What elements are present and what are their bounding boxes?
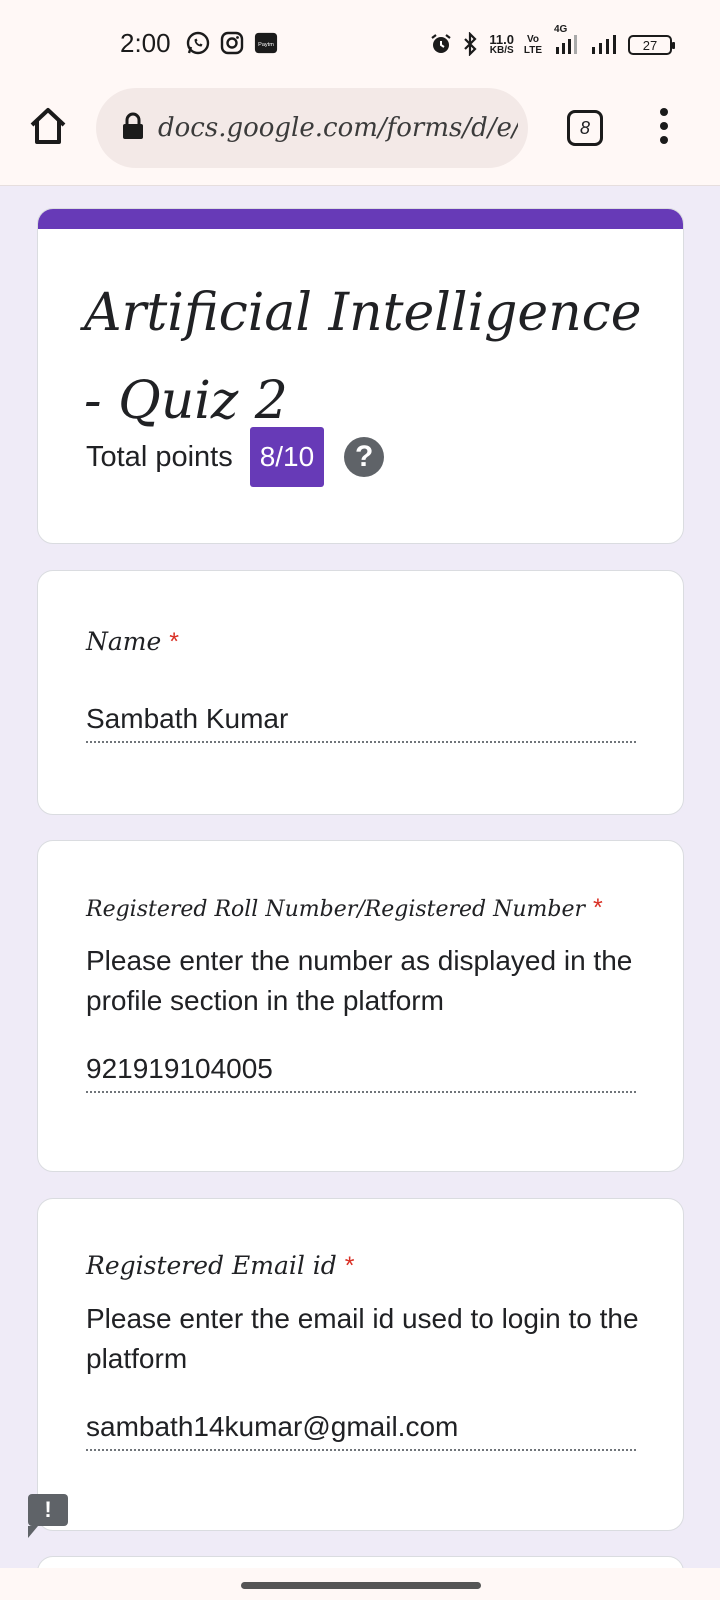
battery-indicator: 27 [628,35,675,55]
question-title-text: Name [86,627,162,656]
required-marker: * [593,894,603,922]
total-points-badge: 8/10 [249,427,325,487]
answer-name: Sambath Kumar [86,703,636,743]
required-marker: * [169,628,180,656]
help-icon[interactable]: ? [344,437,385,477]
browser-menu-button[interactable] [652,108,676,148]
form-title: Artificial Intelligence - Quiz 2 [84,283,642,431]
home-button[interactable] [28,106,68,146]
bluetooth-icon [461,31,481,58]
question-title: Registered Roll Number/Registered Number… [86,893,603,923]
question-card-email: Registered Email id * Please enter the em… [37,1198,684,1531]
instagram-icon [220,31,244,55]
lock-icon [122,112,144,145]
signal-icon [590,32,620,58]
question-card-roll-number: Registered Roll Number/Registered Number… [37,840,684,1172]
address-bar[interactable]: docs.google.com/forms/d/e/1FAI [96,88,528,168]
total-points-label: Total points [86,440,233,473]
question-title-text: Registered Email id [86,1251,337,1280]
answer-email: sambath14kumar@gmail.com [86,1411,636,1451]
network-speed-unit: KB/S [489,45,514,56]
form-accent-bar [38,209,683,229]
network-type: 4G [554,24,568,35]
report-feedback-button[interactable]: ! [28,1494,68,1538]
question-title: Registered Email id * [86,1251,355,1281]
status-indicators: 11.0 KB/S Vo LTE 4G 27 [429,24,675,62]
home-icon [30,108,66,144]
alarm-icon [429,32,453,58]
question-title: Name * [86,627,179,657]
form-header-card: Artificial Intelligence - Quiz 2 Total p… [37,208,684,544]
question-title-text: Registered Roll Number/Registered Number [86,897,586,922]
question-description: Please enter the email id used to login … [86,1303,639,1374]
tab-switcher-button[interactable]: 8 [567,110,603,146]
paytm-label: Paytm [258,42,274,48]
question-description: Please enter the number as displayed in … [86,945,633,1016]
answer-roll-number: 921919104005 [86,1053,636,1093]
question-card-name: Name * Sambath Kumar [37,570,684,815]
status-bar: 2:00 Paytm 11.0 KB/S Vo LTE 4G 27 [0,0,720,90]
whatsapp-icon [186,31,210,55]
network-speed: 11.0 KB/S [489,33,514,56]
home-gesture-handle[interactable] [241,1582,481,1589]
url-text: docs.google.com/forms/d/e/1FAI [158,113,518,143]
status-time: 2:00 [120,28,171,58]
signal-4g-icon: 4G [552,24,582,58]
required-marker: * [344,1252,355,1280]
navigation-bar [0,1568,720,1600]
paytm-icon: Paytm [254,31,278,55]
total-points-row: Total points 8/10 ? [86,427,385,487]
volte-label: Vo LTE [523,34,543,56]
